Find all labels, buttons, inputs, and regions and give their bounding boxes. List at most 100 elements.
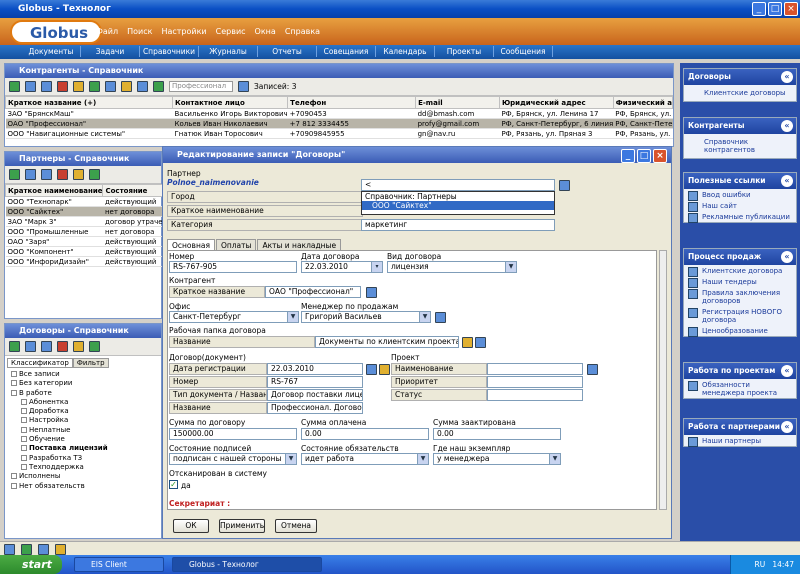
minimize-button[interactable]: _ <box>752 2 766 16</box>
link-tenders[interactable]: Наши тендеры <box>684 276 796 288</box>
calendar-icon[interactable]: ▾ <box>371 262 382 272</box>
acted-field[interactable]: 0.00 <box>433 428 561 440</box>
dropdown-option-selected[interactable]: ООО "Сайктех" <box>362 201 554 210</box>
table-row[interactable]: ЗАО "Марк 3" договор утрачен <box>5 216 168 227</box>
copy-select[interactable]: у менеджера ▼ <box>433 453 561 465</box>
nav-tab-messages[interactable]: Сообщения <box>494 46 553 57</box>
menu-file[interactable]: Файл <box>96 27 118 36</box>
doc-row-value[interactable]: RS-767 <box>267 376 363 388</box>
user-icon[interactable] <box>435 312 446 323</box>
kind-select[interactable]: лицензия ▼ <box>387 261 517 273</box>
link-client-contracts[interactable]: Клиентские договоры <box>684 85 796 101</box>
col-physical-address[interactable]: Физический а <box>612 96 674 109</box>
table-row[interactable]: ОАО "Профессионал" Кольев Иван Николаевич… <box>5 118 673 129</box>
nav-tab-calendar[interactable]: Календарь <box>376 46 435 57</box>
start-button[interactable]: start <box>0 555 62 574</box>
block-contracts-title[interactable]: Договоры « <box>684 69 796 85</box>
nav-tab-meetings[interactable]: Совещания <box>317 46 376 57</box>
block-contractors-title[interactable]: Контрагенты « <box>684 118 796 134</box>
nav-tab-directories[interactable]: Справочники <box>140 46 199 57</box>
tree-item[interactable]: Исполнены <box>11 472 161 481</box>
tree-item[interactable]: Обучение <box>11 435 161 444</box>
delete-icon[interactable] <box>57 341 68 352</box>
minimize-button[interactable]: _ <box>621 149 635 163</box>
sum-field[interactable]: 150000.00 <box>169 428 297 440</box>
contractors-filter-input[interactable]: Профессионал <box>169 81 233 92</box>
project-name-value[interactable] <box>487 363 583 375</box>
chevron-down-icon[interactable]: ▼ <box>505 262 516 272</box>
menu-settings[interactable]: Настройки <box>161 27 206 36</box>
collapse-icon[interactable]: « <box>781 251 793 263</box>
link-pricing[interactable]: Ценообразование <box>684 325 796 337</box>
folder-icon[interactable] <box>73 81 84 92</box>
paid-field[interactable]: 0.00 <box>301 428 429 440</box>
refresh-icon[interactable] <box>89 169 100 180</box>
task-eis-client[interactable]: EIS Client <box>74 557 164 572</box>
calendar-icon[interactable] <box>366 364 377 375</box>
tree-item[interactable]: Нет обязательств <box>11 482 161 491</box>
delete-icon[interactable] <box>57 81 68 92</box>
lookup-icon[interactable] <box>559 180 570 191</box>
link-report-bug[interactable]: Ввод ошибки <box>684 189 796 201</box>
col-email[interactable]: E-mail <box>415 96 500 109</box>
refresh-icon[interactable] <box>21 544 32 555</box>
scrollbar[interactable] <box>659 250 667 510</box>
folder-value[interactable]: Документы по клиентским проектам <box>315 336 459 348</box>
language-indicator[interactable]: RU <box>755 560 766 569</box>
sign-select[interactable]: подписан с нашей стороны ▼ <box>169 453 297 465</box>
table-row[interactable]: ООО "Технопарк" действующий <box>5 196 168 207</box>
tree-item[interactable]: Без категории <box>11 379 161 388</box>
maximize-button[interactable]: □ <box>637 149 651 163</box>
tree-item[interactable]: Техподдержка <box>11 463 161 472</box>
new-icon[interactable] <box>4 544 15 555</box>
doc-row-value[interactable]: Профессионал. Договор на <box>267 402 363 414</box>
add-icon[interactable] <box>9 169 20 180</box>
delete-icon[interactable] <box>57 169 68 180</box>
doc-row-value[interactable]: Договор поставки лицензий <box>267 389 363 401</box>
table-row[interactable]: ЗАО "БрянскМаш" Васильенко Игорь Викторов… <box>5 108 673 119</box>
menu-service[interactable]: Сервис <box>216 27 246 36</box>
tree-item[interactable]: Доработка <box>11 407 161 416</box>
col-contact[interactable]: Контактное лицо <box>171 96 289 109</box>
task-globus[interactable]: Globus - Технолог <box>172 557 322 572</box>
table-row[interactable]: ООО "ИнфориДизайн" действующий <box>5 256 168 267</box>
link-contractors-directory[interactable]: Справочник контрагентов <box>684 134 796 158</box>
tree-item[interactable]: Неплатные <box>11 426 161 435</box>
tree-item[interactable]: Все записи <box>11 370 161 379</box>
maximize-button[interactable]: □ <box>768 2 782 16</box>
menu-windows[interactable]: Окна <box>255 27 276 36</box>
project-priority-value[interactable] <box>487 376 583 388</box>
copy-icon[interactable] <box>41 341 52 352</box>
add-icon[interactable] <box>9 341 20 352</box>
refresh-icon[interactable] <box>89 341 100 352</box>
copy-icon[interactable] <box>41 169 52 180</box>
col-short-name[interactable]: Краткое наименование <box>4 184 104 197</box>
contractor-value[interactable]: ОАО "Профессионал" <box>265 286 361 298</box>
chart-icon[interactable] <box>153 81 164 92</box>
doc-row-value[interactable]: 22.03.2010 <box>267 363 363 375</box>
tools-icon[interactable] <box>55 544 66 555</box>
tree-item[interactable]: Разработка ТЗ <box>11 454 161 463</box>
nav-tab-journals[interactable]: Журналы <box>199 46 258 57</box>
chevron-down-icon[interactable]: ▼ <box>549 454 560 464</box>
refresh-icon[interactable] <box>89 81 100 92</box>
block-useful-links-title[interactable]: Полезные ссылки « <box>684 173 796 189</box>
close-button[interactable]: × <box>653 149 667 163</box>
collapse-icon[interactable]: « <box>781 175 793 187</box>
menu-help[interactable]: Справка <box>285 27 320 36</box>
collapse-icon[interactable]: « <box>781 120 793 132</box>
link-our-partners[interactable]: Наши партнеры <box>684 435 796 447</box>
open-icon[interactable] <box>475 337 486 348</box>
add-icon[interactable] <box>9 81 20 92</box>
apply-button[interactable]: Применить <box>219 519 265 533</box>
table-row[interactable]: ООО "Компонент" действующий <box>5 246 168 257</box>
link-ad-publications[interactable]: Рекламные публикации <box>684 211 796 223</box>
filter-icon[interactable] <box>238 81 249 92</box>
table-row[interactable]: ООО "Навигационные системы" Гнатюк Иван Т… <box>5 128 673 139</box>
partner-input[interactable]: < <box>361 179 555 191</box>
project-status-value[interactable] <box>487 389 583 401</box>
cancel-button[interactable]: Отмена <box>275 519 317 533</box>
tree-item[interactable]: Абонентка <box>11 398 161 407</box>
number-field[interactable]: RS-767-905 <box>169 261 297 273</box>
folder-icon[interactable] <box>462 337 473 348</box>
